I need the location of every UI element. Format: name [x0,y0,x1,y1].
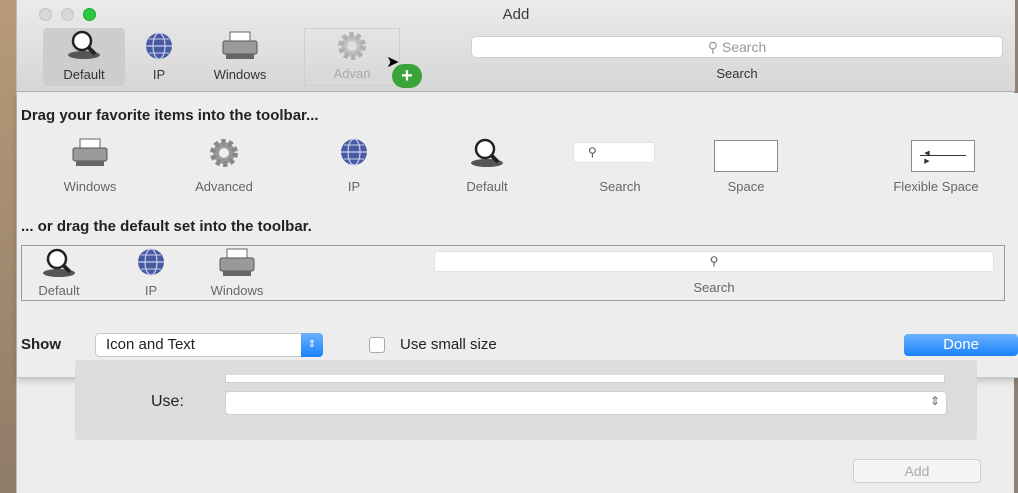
palette-item-label: Windows [63,179,117,194]
printer-icon [219,248,255,276]
default-set-heading: ... or drag the default set into the too… [21,218,312,235]
default-set-item-default: Default [24,248,94,300]
toolbar-ip-button[interactable]: IP [129,28,189,86]
globe-icon [146,32,172,60]
toolbar-advanced-label: Advan [333,66,371,81]
done-button[interactable]: Done [904,334,1018,356]
window-title: Add [502,6,530,23]
default-set-item-windows: Windows [190,248,284,300]
palette-item-label: Default [466,179,508,194]
show-label: Show [21,336,61,353]
palette-item-label: Space [727,179,765,194]
use-label: Use: [151,393,184,410]
show-select-value: Icon and Text [106,336,195,353]
toolbar-windows-label: Windows [213,67,267,82]
default-set-well[interactable]: Default IP Windows ⚲ Search [21,245,1005,301]
use-select[interactable]: ⇕ [225,391,947,415]
titlebar: Add Default IP Windows Advan ➤ + ⚲ Searc… [17,0,1015,92]
palette-item-label: Advanced [195,179,253,194]
add-button[interactable]: Add [853,459,981,483]
printer-icon [72,138,108,166]
search-icon: ⚲ [707,39,722,55]
palette-item-windows[interactable]: Windows [35,138,145,194]
magnifier-icon [68,30,100,59]
add-plus-icon: + [392,64,422,88]
show-select[interactable]: Icon and Text ⇕ [95,333,323,357]
palette-item-advanced[interactable]: Advanced [161,138,287,194]
palette-item-label: Flexible Space [893,179,979,194]
palette-item-label: Search [599,179,641,194]
globe-icon [341,138,367,166]
toolbar-default-button[interactable]: Default [43,28,125,86]
chevron-up-down-icon: ⇕ [929,394,940,408]
toolbar-search-placeholder: Search [721,39,767,55]
toolbar-default-label: Default [63,67,105,82]
palette-heading: Drag your favorite items into the toolba… [21,107,319,124]
palette-item-label: IP [347,179,361,194]
desktop-background [0,0,16,493]
magnifier-icon [43,248,75,277]
default-set-label: Windows [210,283,264,298]
gear-icon [338,32,366,60]
gear-icon [210,139,238,167]
palette-item-space[interactable]: Space [701,138,791,194]
default-set-item-ip: IP [126,248,176,300]
palette-item-search[interactable]: ⚲ Search [565,138,675,194]
toolbar-search-field[interactable]: ⚲ Search [471,36,1003,58]
default-set-label: Default [38,283,80,298]
magnifier-icon [471,138,503,167]
toolbar-search-label: Search [716,66,758,81]
small-size-label[interactable]: Use small size [400,336,497,353]
toolbar-windows-button[interactable]: Windows [195,28,285,86]
palette-item-ip[interactable]: IP [319,138,389,194]
default-set-label: IP [144,283,158,298]
small-size-checkbox[interactable] [369,337,385,353]
chevron-up-down-icon: ⇕ [301,333,323,357]
flexible-space-icon [911,140,975,172]
globe-icon [138,248,164,276]
customize-toolbar-sheet: Drag your favorite items into the toolba… [17,93,1018,378]
toolbar-ip-label: IP [152,67,166,82]
palette-item-flexible-space[interactable]: Flexible Space [861,138,1011,194]
hidden-field-edge [225,375,945,383]
add-window: Add Default IP Windows Advan ➤ + ⚲ Searc… [16,0,1018,493]
space-icon [714,140,778,172]
printer-icon [222,31,258,59]
search-field-icon: ⚲ [573,142,655,163]
default-set-label: Search [693,280,735,295]
search-field-icon: ⚲ [434,251,994,272]
palette-item-default[interactable]: Default [432,138,542,194]
